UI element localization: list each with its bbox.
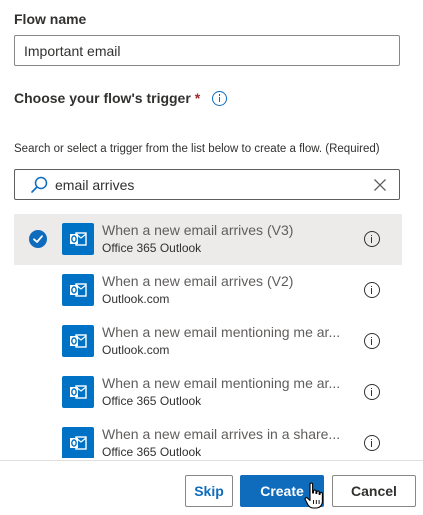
trigger-title: When a new email arrives (V3)	[102, 222, 294, 238]
skip-button[interactable]: Skip	[185, 475, 233, 507]
outlook-icon	[62, 325, 94, 357]
info-icon[interactable]	[364, 282, 380, 298]
flow-name-input[interactable]	[14, 35, 400, 66]
trigger-title: When a new email arrives in a share...	[102, 426, 341, 442]
trigger-item[interactable]: When a new email arrives in a share... O…	[14, 418, 402, 458]
outlook-icon	[62, 223, 94, 255]
trigger-item[interactable]: When a new email mentioning me ar... Out…	[14, 316, 402, 367]
create-button[interactable]: Create	[240, 475, 324, 507]
dialog-footer: Skip Create Cancel	[0, 460, 423, 515]
info-icon[interactable]	[364, 435, 380, 451]
trigger-connector: Outlook.com	[102, 343, 170, 357]
search-icon	[29, 174, 51, 196]
trigger-helper-text: Search or select a trigger from the list…	[14, 143, 380, 155]
trigger-connector: Outlook.com	[102, 292, 170, 306]
trigger-label: Choose your flow's trigger	[14, 90, 191, 106]
trigger-title: When a new email mentioning me ar...	[102, 375, 341, 391]
cancel-button[interactable]: Cancel	[332, 475, 416, 507]
outlook-icon	[62, 427, 94, 458]
info-icon[interactable]	[364, 333, 380, 349]
trigger-label-row: Choose your flow's trigger *	[14, 90, 228, 106]
outlook-icon	[62, 376, 94, 408]
flow-name-label: Flow name	[14, 11, 87, 27]
trigger-title: When a new email arrives (V2)	[102, 273, 294, 289]
info-icon[interactable]	[212, 90, 228, 106]
trigger-search-input[interactable]	[51, 171, 373, 198]
trigger-item[interactable]: When a new email mentioning me ar... Off…	[14, 367, 402, 418]
outlook-icon	[62, 274, 94, 306]
info-icon[interactable]	[364, 231, 380, 247]
trigger-item[interactable]: When a new email arrives (V2) Outlook.co…	[14, 265, 402, 316]
trigger-search-box[interactable]	[14, 169, 400, 200]
trigger-list[interactable]: When a new email arrives (V3) Office 365…	[14, 214, 402, 458]
create-flow-panel: Flow name Choose your flow's trigger * S…	[0, 0, 423, 515]
checkmark-icon	[29, 230, 47, 248]
required-mark: *	[194, 90, 201, 106]
clear-search-icon[interactable]	[373, 178, 387, 192]
info-icon[interactable]	[364, 384, 380, 400]
trigger-item[interactable]: When a new email arrives (V3) Office 365…	[14, 214, 402, 265]
trigger-title: When a new email mentioning me ar...	[102, 324, 341, 340]
trigger-connector: Office 365 Outlook	[102, 241, 202, 255]
trigger-connector: Office 365 Outlook	[102, 445, 202, 458]
trigger-connector: Office 365 Outlook	[102, 394, 202, 408]
